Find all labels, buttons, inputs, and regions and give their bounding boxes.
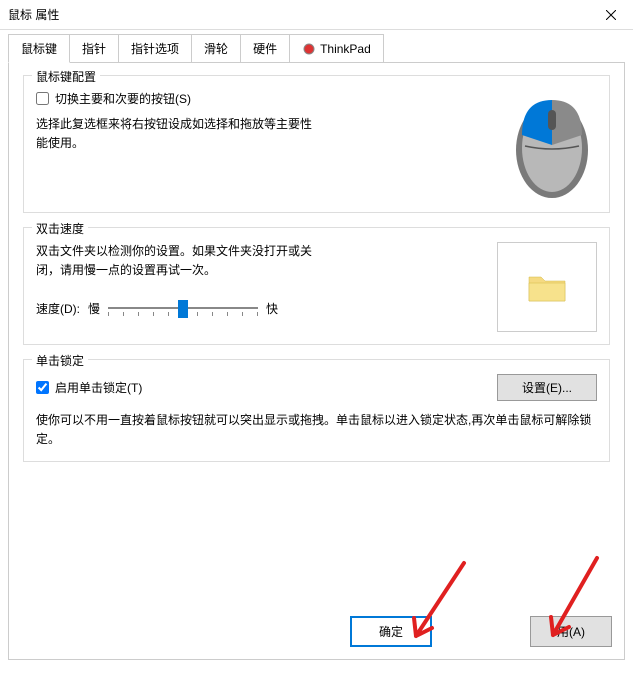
speed-slider[interactable]: [108, 296, 258, 320]
click-lock-label: 启用单击锁定(T): [55, 379, 142, 396]
tab-label: 指针选项: [131, 40, 179, 57]
dialog-buttons: 确定 取消 用(A): [350, 616, 612, 647]
tab-label: 滑轮: [204, 40, 228, 57]
window-title: 鼠标 属性: [8, 6, 59, 23]
tab-wheel[interactable]: 滑轮: [191, 34, 241, 63]
group-title: 单击锁定: [32, 352, 88, 369]
tab-label: 硬件: [253, 40, 277, 57]
tab-pointer-options[interactable]: 指针选项: [118, 34, 192, 63]
close-icon: [606, 10, 616, 20]
button-config-group: 鼠标键配置 切换主要和次要的按钮(S) 选择此复选框来将右按钮设成如选择和拖放等…: [23, 75, 610, 213]
titlebar: 鼠标 属性: [0, 0, 633, 30]
click-lock-group: 单击锁定 启用单击锁定(T) 设置(E)... 使你可以不用一直按着鼠标按钮就可…: [23, 359, 610, 462]
double-click-group: 双击速度 双击文件夹以检测你的设置。如果文件夹没打开或关闭，请用慢一点的设置再试…: [23, 227, 610, 345]
tab-pointers[interactable]: 指针: [69, 34, 119, 63]
thinkpad-icon: [302, 42, 316, 56]
speed-label: 速度(D):: [36, 300, 80, 317]
group-title: 鼠标键配置: [32, 68, 100, 85]
fast-label: 快: [266, 300, 278, 317]
click-lock-row[interactable]: 启用单击锁定(T): [36, 379, 142, 396]
folder-icon: [527, 271, 567, 303]
tab-content: 鼠标键配置 切换主要和次要的按钮(S) 选择此复选框来将右按钮设成如选择和拖放等…: [8, 62, 625, 660]
swap-buttons-label: 切换主要和次要的按钮(S): [55, 90, 191, 107]
swap-buttons-row[interactable]: 切换主要和次要的按钮(S): [36, 90, 316, 107]
test-folder-box[interactable]: [497, 242, 597, 332]
close-button[interactable]: [588, 0, 633, 30]
swap-buttons-checkbox[interactable]: [36, 92, 49, 105]
tab-thinkpad[interactable]: ThinkPad: [289, 34, 384, 63]
slider-thumb[interactable]: [178, 300, 188, 318]
apply-button[interactable]: 用(A): [530, 616, 612, 647]
mouse-icon: [507, 90, 597, 200]
tab-label: ThinkPad: [320, 42, 371, 56]
double-click-description: 双击文件夹以检测你的设置。如果文件夹没打开或关闭，请用慢一点的设置再试一次。: [36, 242, 316, 280]
tab-bar: 鼠标键 指针 指针选项 滑轮 硬件 ThinkPad: [0, 31, 633, 63]
ok-button[interactable]: 确定: [350, 616, 432, 647]
click-lock-settings-button[interactable]: 设置(E)...: [497, 374, 597, 401]
swap-description: 选择此复选框来将右按钮设成如选择和拖放等主要性能使用。: [36, 115, 316, 153]
click-lock-checkbox[interactable]: [36, 381, 49, 394]
tab-label: 指针: [82, 40, 106, 57]
tab-label: 鼠标键: [21, 40, 57, 57]
click-lock-description: 使你可以不用一直按着鼠标按钮就可以突出显示或拖拽。单击鼠标以进入锁定状态,再次单…: [36, 411, 597, 449]
tab-hardware[interactable]: 硬件: [240, 34, 290, 63]
tab-buttons[interactable]: 鼠标键: [8, 34, 70, 63]
speed-slider-row: 速度(D): 慢 快: [36, 296, 316, 320]
slow-label: 慢: [88, 300, 100, 317]
group-title: 双击速度: [32, 220, 88, 237]
